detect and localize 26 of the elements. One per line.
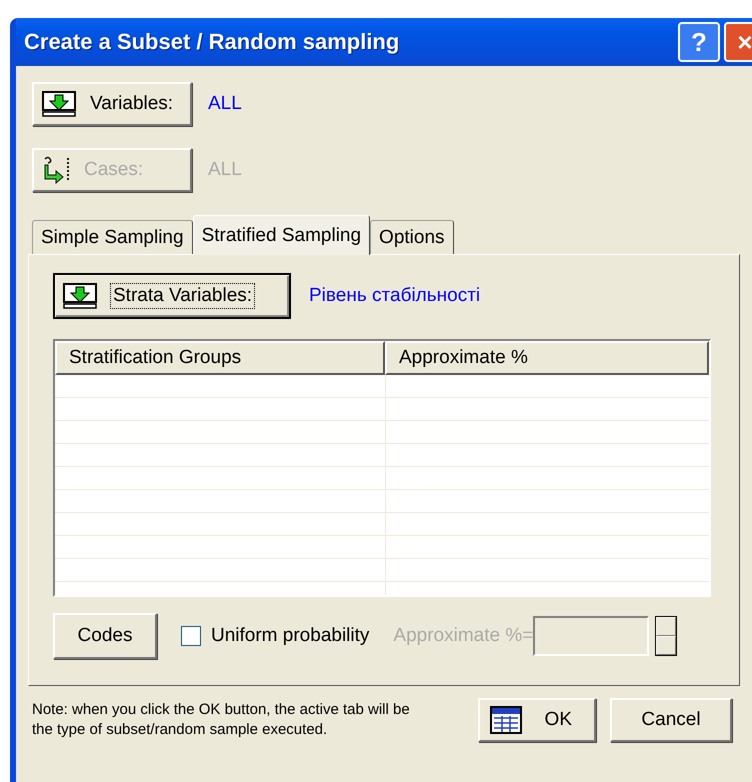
checkbox[interactable] bbox=[181, 626, 201, 646]
close-button[interactable]: × bbox=[724, 22, 752, 62]
tab[interactable]: Options bbox=[370, 220, 454, 254]
selector-button[interactable]: Variables: bbox=[32, 82, 192, 126]
ok-button[interactable]: OK bbox=[478, 698, 596, 742]
column-header[interactable]: Stratification Groups bbox=[55, 341, 385, 375]
approximate-label: Approximate %= bbox=[393, 625, 534, 647]
table-icon bbox=[490, 706, 522, 734]
approximate-field[interactable] bbox=[533, 616, 650, 656]
window-title: Create a Subset / Random sampling bbox=[24, 29, 400, 55]
strata-value: Рівень стабільності bbox=[309, 285, 480, 307]
cancel-button[interactable]: Cancel bbox=[610, 698, 732, 742]
codes-button[interactable]: Codes bbox=[53, 613, 157, 659]
download-monitor-icon bbox=[42, 91, 76, 117]
spin-buttons[interactable] bbox=[655, 616, 678, 656]
arrow-bracket-icon bbox=[42, 156, 70, 184]
column-header[interactable]: Approximate % bbox=[385, 341, 709, 375]
selection-value: ALL bbox=[208, 159, 242, 181]
note-text: Note: when you click the OK button, the active tab will be the type of subset/random sample executed. bbox=[32, 700, 411, 740]
help-button[interactable]: ? bbox=[678, 22, 720, 62]
tab[interactable]: Simple Sampling bbox=[32, 220, 193, 254]
strata-variables-button[interactable]: Strata Variables: bbox=[53, 273, 291, 319]
selection-value: ALL bbox=[208, 93, 242, 115]
tab[interactable]: Stratified Sampling bbox=[192, 215, 370, 255]
download-monitor-icon bbox=[63, 283, 97, 309]
checkbox-label: Uniform probability bbox=[211, 625, 370, 647]
